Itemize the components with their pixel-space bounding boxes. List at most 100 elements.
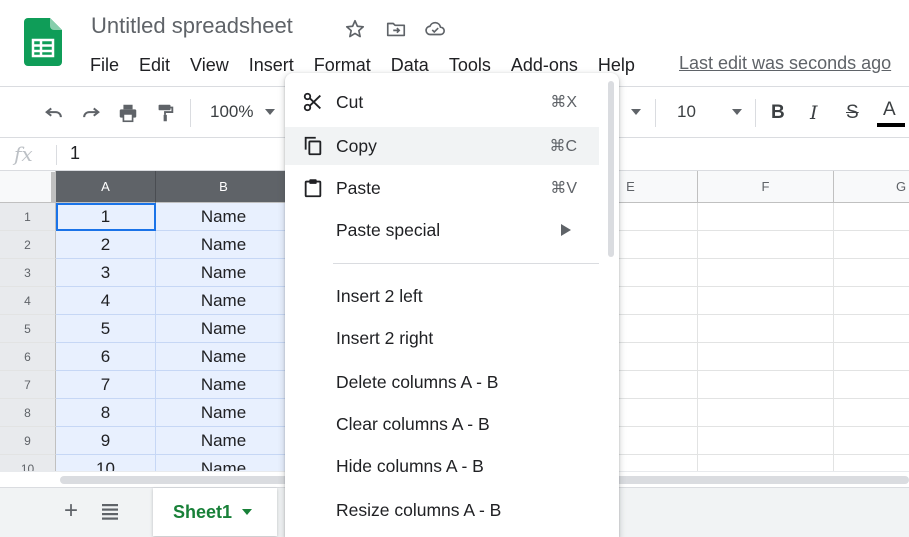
grid-cell[interactable]: [698, 371, 834, 399]
plus-icon[interactable]: +: [58, 497, 84, 524]
grid-cell[interactable]: [834, 371, 909, 399]
grid-cell[interactable]: Name: [156, 231, 292, 259]
grid-cell[interactable]: [834, 259, 909, 287]
row-header[interactable]: 9: [0, 427, 56, 455]
row-header[interactable]: 2: [0, 231, 56, 259]
zoom-select[interactable]: 100%: [210, 102, 253, 122]
menu-item-insert-right[interactable]: Insert 2 right: [285, 319, 599, 357]
grid-cell[interactable]: Name: [156, 371, 292, 399]
grid-cell[interactable]: 5: [56, 315, 156, 343]
grid-cell[interactable]: [834, 427, 909, 455]
hamburger-icon[interactable]: [100, 501, 122, 521]
redo-icon[interactable]: [77, 99, 105, 127]
cloud-saved-icon[interactable]: [423, 17, 447, 41]
menu-item-shortcut: ⌘X: [550, 94, 577, 111]
grid-cell[interactable]: Name: [156, 399, 292, 427]
grid-cell[interactable]: [698, 315, 834, 343]
row-header[interactable]: 4: [0, 287, 56, 315]
grid-cell[interactable]: 2: [56, 231, 156, 259]
grid-cell[interactable]: [834, 287, 909, 315]
document-title[interactable]: Untitled spreadsheet: [91, 13, 293, 39]
zoom-caret-icon[interactable]: [265, 109, 275, 115]
row-header[interactable]: 7: [0, 371, 56, 399]
grid-cell[interactable]: [834, 399, 909, 427]
column-header-b[interactable]: B: [156, 171, 292, 203]
grid-cell[interactable]: 7: [56, 371, 156, 399]
grid-cell[interactable]: Name: [156, 287, 292, 315]
menu-item-paste-special[interactable]: Paste special: [285, 211, 599, 249]
select-all-corner[interactable]: [0, 171, 56, 203]
sheet-tab-sheet1[interactable]: Sheet1: [153, 488, 277, 536]
row-header[interactable]: 5: [0, 315, 56, 343]
paint-format-icon[interactable]: [151, 99, 179, 127]
grid-cell[interactable]: Name: [156, 427, 292, 455]
row-header[interactable]: 8: [0, 399, 56, 427]
menu-edit[interactable]: Edit: [129, 52, 180, 78]
menu-item-hide-columns[interactable]: Hide columns A - B: [285, 447, 599, 485]
row-header[interactable]: 1: [0, 203, 56, 231]
star-icon[interactable]: [343, 17, 367, 41]
bold-button[interactable]: B: [771, 102, 785, 124]
grid-cell[interactable]: [698, 231, 834, 259]
grid-cell[interactable]: [834, 343, 909, 371]
text-color-button[interactable]: A: [883, 99, 896, 121]
grid-cell[interactable]: [698, 343, 834, 371]
menu-item-label: Cut: [336, 91, 364, 112]
grid-cell[interactable]: [698, 427, 834, 455]
grid-cell[interactable]: 4: [56, 287, 156, 315]
menu-item-copy[interactable]: Copy ⌘C: [285, 127, 599, 165]
chevron-down-icon[interactable]: [242, 509, 253, 515]
grid-cell[interactable]: Name: [156, 259, 292, 287]
grid-cell[interactable]: [834, 231, 909, 259]
move-to-folder-icon[interactable]: [384, 17, 408, 41]
print-icon[interactable]: [114, 99, 142, 127]
font-size-select[interactable]: 10: [677, 102, 696, 122]
strikethrough-button[interactable]: S: [846, 102, 859, 124]
menu-item-shortcut: ⌘V: [550, 180, 577, 197]
italic-button[interactable]: I: [810, 102, 818, 124]
row-header[interactable]: 10: [0, 455, 56, 471]
menu-item-label: Paste: [336, 177, 381, 198]
grid-cell[interactable]: [698, 203, 834, 231]
grid-cell[interactable]: [698, 455, 834, 471]
grid-cell[interactable]: [698, 259, 834, 287]
undo-icon[interactable]: [40, 99, 68, 127]
sheets-logo-icon[interactable]: [24, 18, 62, 66]
grid-cell[interactable]: Name: [156, 343, 292, 371]
row-header[interactable]: 3: [0, 259, 56, 287]
menu-divider: [333, 263, 599, 264]
grid-cell[interactable]: [834, 455, 909, 471]
column-header-a[interactable]: A: [56, 171, 156, 203]
menu-item-resize-columns[interactable]: Resize columns A - B: [285, 491, 599, 529]
grid-cell[interactable]: [834, 315, 909, 343]
copy-icon: [301, 134, 325, 158]
last-edit-link[interactable]: Last edit was seconds ago: [679, 53, 891, 74]
menu-item-clear-columns[interactable]: Clear columns A - B: [285, 405, 599, 443]
menu-item-cut[interactable]: Cut ⌘X: [285, 83, 599, 121]
clipboard-icon: [301, 176, 325, 200]
grid-cell[interactable]: Name: [156, 203, 292, 231]
menu-item-insert-left[interactable]: Insert 2 left: [285, 277, 599, 315]
menu-file[interactable]: File: [80, 52, 129, 78]
grid-cell[interactable]: [834, 203, 909, 231]
menu-item-paste[interactable]: Paste ⌘V: [285, 169, 599, 207]
grid-cell[interactable]: Name: [156, 455, 292, 471]
grid-cell[interactable]: 8: [56, 399, 156, 427]
menu-view[interactable]: View: [180, 52, 239, 78]
grid-cell[interactable]: 3: [56, 259, 156, 287]
column-header-g[interactable]: G: [834, 171, 909, 203]
grid-cell[interactable]: Name: [156, 315, 292, 343]
grid-cell[interactable]: 1: [56, 203, 156, 231]
grid-cell[interactable]: [698, 287, 834, 315]
grid-cell[interactable]: 9: [56, 427, 156, 455]
row-header[interactable]: 6: [0, 343, 56, 371]
font-caret-icon[interactable]: [631, 109, 641, 115]
font-size-caret-icon[interactable]: [732, 109, 742, 115]
menu-item-delete-columns[interactable]: Delete columns A - B: [285, 363, 599, 401]
grid-cell[interactable]: 10: [56, 455, 156, 471]
column-header-f[interactable]: F: [698, 171, 834, 203]
formula-input[interactable]: 1: [70, 143, 80, 164]
menu-scrollbar-thumb[interactable]: [608, 81, 614, 257]
grid-cell[interactable]: 6: [56, 343, 156, 371]
grid-cell[interactable]: [698, 399, 834, 427]
